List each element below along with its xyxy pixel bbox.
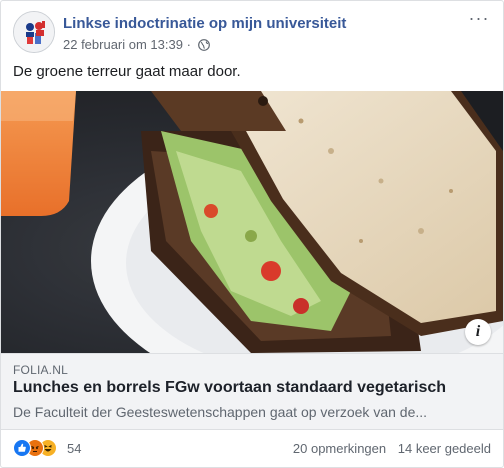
link-description: De Faculteit der Geesteswetenschappen ga… xyxy=(13,404,428,420)
page-name-link[interactable]: Linkse indoctrinatie op mijn universitei… xyxy=(63,15,346,32)
globe-icon xyxy=(197,39,210,54)
post-meta: 22 februari om 13:39 · xyxy=(63,37,210,54)
post-stats: 20 opmerkingen 14 keer gedeeld xyxy=(285,441,491,456)
post-footer: 54 20 opmerkingen 14 keer gedeeld xyxy=(13,437,491,459)
link-preview-meta[interactable]: FOLIA.NL Lunches en borrels FGw voortaan… xyxy=(1,353,503,430)
post-header: Linkse indoctrinatie op mijn universitei… xyxy=(13,9,491,55)
more-options-icon[interactable]: ··· xyxy=(467,9,491,31)
link-preview-image[interactable]: i xyxy=(1,91,503,353)
page-avatar[interactable] xyxy=(13,11,55,53)
shares-count-link[interactable]: 14 keer gedeeld xyxy=(398,441,491,456)
post-card: Linkse indoctrinatie op mijn universitei… xyxy=(0,0,504,468)
link-title[interactable]: Lunches en borrels FGw voortaan standaar… xyxy=(13,379,446,397)
meta-separator: · xyxy=(186,37,191,52)
link-domain: FOLIA.NL xyxy=(13,363,68,377)
post-timestamp[interactable]: 22 februari om 13:39 xyxy=(63,37,183,52)
post-text: De groene terreur gaat maar door. xyxy=(13,63,241,80)
info-icon[interactable]: i xyxy=(465,319,491,345)
reaction-count[interactable]: 54 xyxy=(67,441,81,456)
like-icon xyxy=(13,439,31,457)
comments-count-link[interactable]: 20 opmerkingen xyxy=(293,441,386,456)
